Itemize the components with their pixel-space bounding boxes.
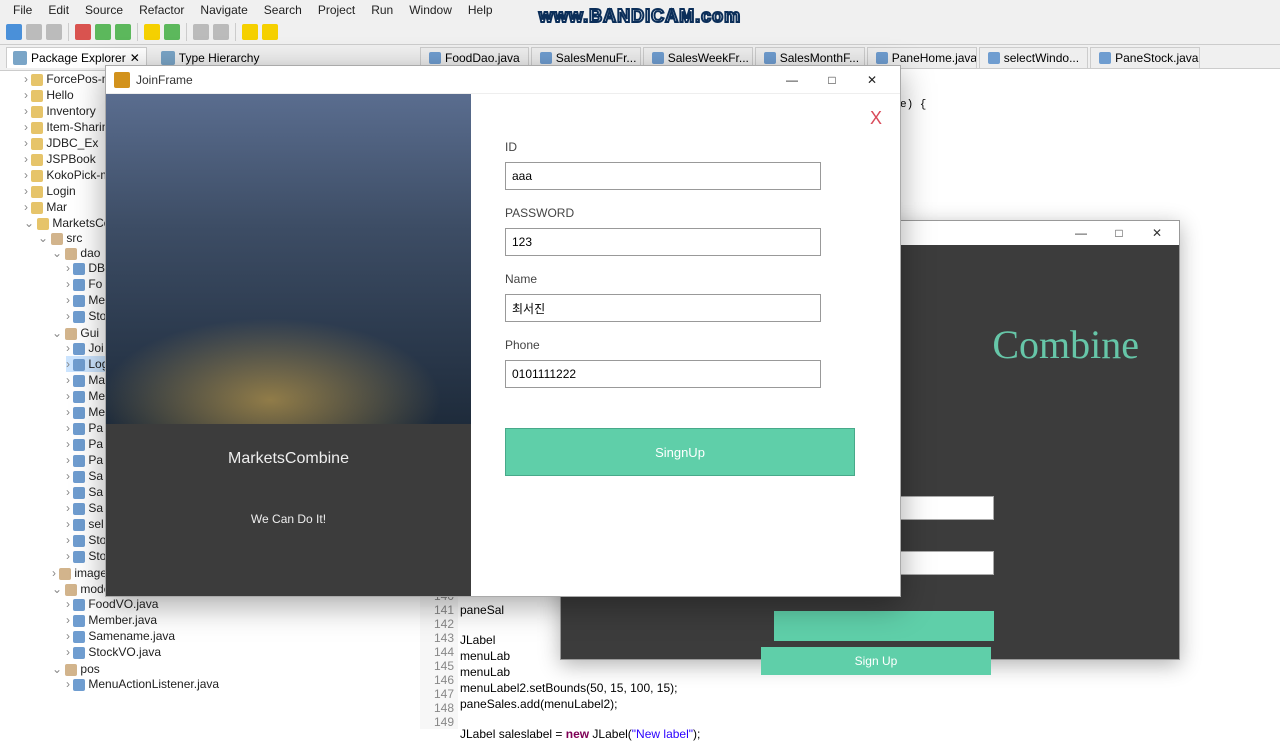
join-title: JoinFrame <box>136 73 772 87</box>
menu-help[interactable]: Help <box>461 2 500 18</box>
cu-item: FoodVO.java <box>66 596 420 612</box>
menu-navigate[interactable]: Navigate <box>193 2 254 18</box>
editor-tab[interactable]: selectWindo... <box>979 47 1088 68</box>
close-x-button[interactable]: X <box>870 108 882 129</box>
menu-source[interactable]: Source <box>78 2 130 18</box>
new-package-icon[interactable] <box>144 24 160 40</box>
cu-item: StockVO.java <box>66 644 420 660</box>
save-icon[interactable] <box>26 24 42 40</box>
editor-tab[interactable]: PaneStock.java <box>1090 47 1200 68</box>
id-input[interactable] <box>505 162 821 190</box>
package-item: pos MenuActionListener.java <box>52 661 420 693</box>
password-label: PASSWORD <box>505 206 866 220</box>
debug-icon[interactable] <box>75 24 91 40</box>
login-brand: Combine <box>992 321 1139 368</box>
join-form: X ID PASSWORD Name Phone SingnUp <box>471 94 900 596</box>
search-icon[interactable] <box>213 24 229 40</box>
cu-item: Samename.java <box>66 628 420 644</box>
name-input[interactable] <box>505 294 821 322</box>
coverage-icon[interactable] <box>115 24 131 40</box>
menu-search[interactable]: Search <box>257 2 309 18</box>
menu-project[interactable]: Project <box>311 2 362 18</box>
brand-slogan: We Can Do It! <box>106 512 471 526</box>
name-label: Name <box>505 272 866 286</box>
menu-run[interactable]: Run <box>364 2 400 18</box>
open-type-icon[interactable] <box>193 24 209 40</box>
save-all-icon[interactable] <box>46 24 62 40</box>
menu-refactor[interactable]: Refactor <box>132 2 191 18</box>
maximize-button[interactable]: □ <box>1105 226 1133 240</box>
join-titlebar[interactable]: JoinFrame — □ ✕ <box>106 66 900 94</box>
hero-image <box>106 94 471 424</box>
join-frame-window: JoinFrame — □ ✕ MarketsCombine We Can Do… <box>105 65 901 597</box>
package-explorer-icon <box>13 51 27 65</box>
login-signup-button[interactable]: Sign Up <box>761 647 991 675</box>
back-icon[interactable] <box>242 24 258 40</box>
brand-title: MarketsCombine <box>106 450 471 468</box>
java-icon <box>114 72 130 88</box>
cu-item: MenuActionListener.java <box>66 676 420 692</box>
id-label: ID <box>505 140 866 154</box>
minimize-button[interactable]: — <box>772 73 812 87</box>
password-input[interactable] <box>505 228 821 256</box>
join-left-panel: MarketsCombine We Can Do It! <box>106 94 471 596</box>
phone-label: Phone <box>505 338 866 352</box>
login-button[interactable] <box>774 611 994 641</box>
cu-item: Member.java <box>66 612 420 628</box>
hierarchy-icon <box>161 51 175 65</box>
maximize-button[interactable]: □ <box>812 73 852 87</box>
run-icon[interactable] <box>95 24 111 40</box>
code-fragment: e) { <box>900 99 926 111</box>
signup-button[interactable]: SingnUp <box>505 428 855 476</box>
menu-edit[interactable]: Edit <box>41 2 76 18</box>
line-gutter: 140141142143144145146147148149 <box>420 589 458 729</box>
menu-file[interactable]: File <box>6 2 39 18</box>
close-button[interactable]: ✕ <box>1143 226 1171 240</box>
minimize-button[interactable]: — <box>1067 226 1095 240</box>
phone-input[interactable] <box>505 360 821 388</box>
new-icon[interactable] <box>6 24 22 40</box>
bandicam-watermark: www.BANDICAM.com <box>539 6 741 27</box>
forward-icon[interactable] <box>262 24 278 40</box>
new-class-icon[interactable] <box>164 24 180 40</box>
menu-window[interactable]: Window <box>402 2 459 18</box>
close-button[interactable]: ✕ <box>852 73 892 87</box>
